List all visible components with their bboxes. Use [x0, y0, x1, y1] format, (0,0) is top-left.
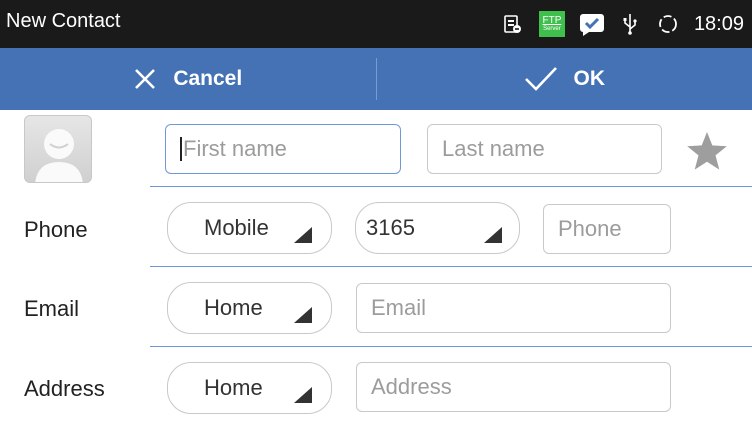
ftp-label: FTP	[542, 15, 562, 26]
address-placeholder: Address	[371, 374, 452, 399]
address-input[interactable]: Address	[356, 362, 671, 412]
phone-label: Phone	[24, 217, 88, 242]
phone-placeholder: Phone	[558, 216, 622, 241]
separator	[150, 346, 752, 347]
status-icons: FTP Server 18:09	[492, 0, 752, 48]
first-name-placeholder: First name	[183, 136, 287, 161]
last-name-placeholder: Last name	[442, 136, 545, 161]
sync-icon	[648, 0, 688, 48]
phone-input[interactable]: Phone	[543, 204, 671, 254]
email-label: Email	[24, 296, 80, 321]
contact-photo[interactable]	[24, 115, 92, 183]
dropdown-corner-icon	[484, 223, 502, 249]
sim-icon	[492, 0, 532, 48]
status-bar: New Contact FTP Server 18:09	[0, 0, 752, 48]
close-icon	[133, 67, 157, 91]
action-bar: Cancel OK	[0, 48, 752, 110]
dropdown-corner-icon	[294, 223, 312, 249]
ok-label: OK	[573, 67, 606, 90]
phone-type-value: Mobile	[204, 215, 269, 240]
separator	[150, 186, 752, 187]
phone-type-select[interactable]: Mobile	[167, 202, 332, 254]
email-type-value: Home	[204, 295, 263, 320]
country-code-value: 3165	[366, 215, 415, 240]
address-label: Address	[24, 376, 105, 401]
check-icon	[524, 66, 558, 92]
email-type-select[interactable]: Home	[167, 282, 332, 334]
avatar-placeholder-icon	[35, 129, 83, 182]
cancel-button[interactable]: Cancel	[0, 48, 376, 110]
last-name-input[interactable]: Last name	[427, 124, 662, 174]
chat-icon	[572, 0, 612, 48]
country-code-select[interactable]: 3165	[355, 202, 520, 254]
ftp-server-icon: FTP Server	[532, 0, 572, 48]
dropdown-corner-icon	[294, 383, 312, 409]
star-icon[interactable]	[686, 131, 728, 176]
ok-button[interactable]: OK	[377, 48, 752, 110]
email-input[interactable]: Email	[356, 283, 671, 333]
address-type-value: Home	[204, 375, 263, 400]
clock: 18:09	[693, 12, 744, 35]
address-type-select[interactable]: Home	[167, 362, 332, 414]
dropdown-corner-icon	[294, 303, 312, 329]
usb-icon	[612, 0, 648, 48]
email-placeholder: Email	[371, 295, 427, 320]
ftp-sub-label: Server	[543, 26, 561, 32]
text-cursor	[180, 137, 182, 161]
first-name-input[interactable]: First name	[165, 124, 401, 174]
screen-title: New Contact	[6, 10, 121, 32]
separator	[150, 266, 752, 267]
cancel-label: Cancel	[173, 67, 243, 90]
